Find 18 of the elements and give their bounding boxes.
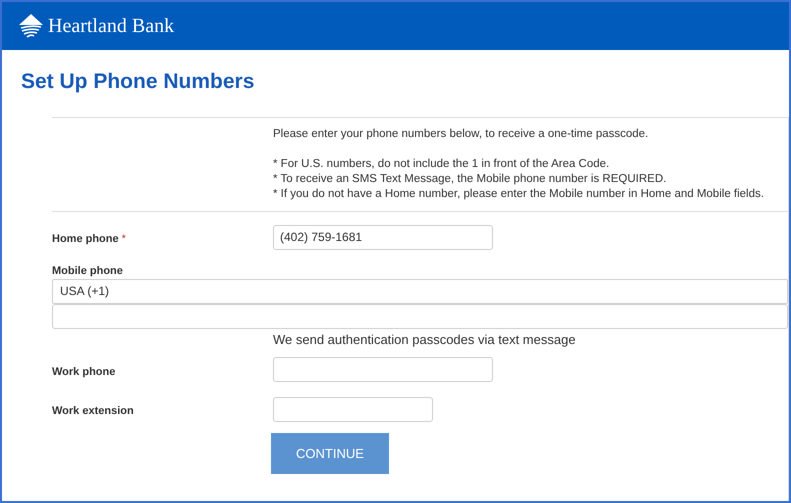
mobile-note: We send authentication passcodes via text message [273, 330, 577, 349]
work-extension-field[interactable] [273, 397, 433, 422]
field-label: Mobile phone [52, 264, 124, 278]
country-select[interactable]: USA (+1) [52, 278, 788, 304]
note-text: * For U.S. numbers, do not include the 1 in front of the Area Code. [273, 156, 610, 172]
required-mark: * [122, 232, 126, 244]
home-phone-field[interactable]: (402) 759-1681 [273, 224, 493, 250]
field-label: Work phone [52, 366, 116, 378]
page-title: Set Up Phone Numbers [21, 69, 256, 95]
mobile-phone-field[interactable] [52, 304, 788, 328]
note-text: * If you do not have a Home number, please enter the Mobile number in Home and Mobile fields. [273, 186, 765, 202]
note-text: * To receive an SMS Text Message, the Mobile phone number is REQUIRED. [273, 172, 668, 186]
field-label: Home phone [52, 232, 119, 244]
brand-name: Heartland Bank [48, 14, 174, 39]
logo-icon [18, 13, 44, 39]
intro-text: Please enter your phone numbers below, to receive a one-time passcode. [273, 126, 650, 142]
work-phone-field[interactable] [273, 357, 493, 382]
field-label: Work extension [52, 405, 134, 417]
